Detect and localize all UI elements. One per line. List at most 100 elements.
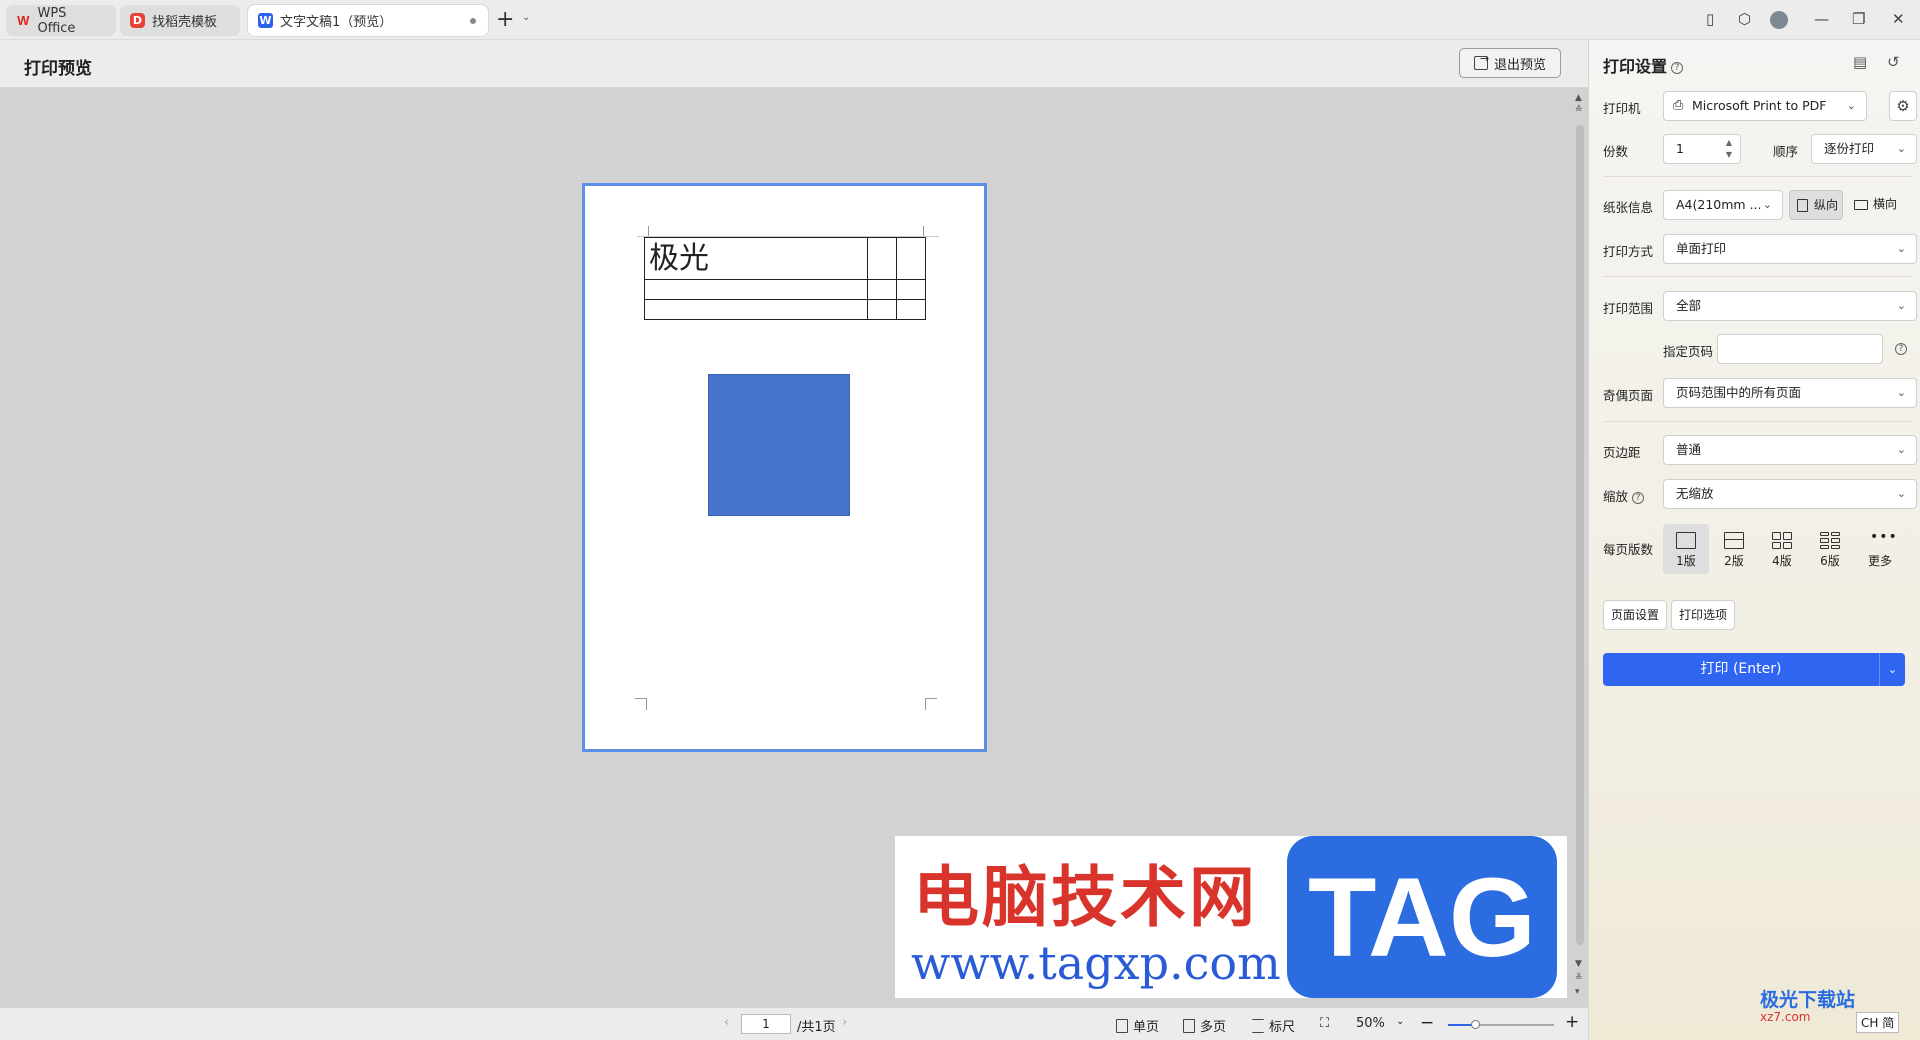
margin-select[interactable]: 普通 ⌄ bbox=[1663, 435, 1917, 465]
word-doc-icon: W bbox=[258, 13, 273, 28]
portrait-button[interactable]: 纵向 bbox=[1789, 190, 1843, 220]
landscape-label: 横向 bbox=[1873, 197, 1898, 211]
pages-label: 指定页码 bbox=[1663, 344, 1714, 359]
layout-1-per-page[interactable]: 1版 bbox=[1663, 524, 1709, 574]
close-icon[interactable]: ✕ bbox=[1892, 10, 1905, 28]
multi-page-icon bbox=[1183, 1018, 1195, 1033]
perpage-label: 每页版数 bbox=[1603, 542, 1654, 557]
margin-value: 普通 bbox=[1676, 442, 1702, 457]
prev-page-icon[interactable]: ‹ bbox=[724, 1015, 729, 1030]
panel-pin-icon[interactable]: ↺ bbox=[1887, 53, 1900, 71]
print-method-select[interactable]: 单面打印 ⌄ bbox=[1663, 234, 1917, 264]
layout-6-icon bbox=[1820, 532, 1840, 549]
preview-header: 打印预览 退出预览 bbox=[0, 40, 1588, 88]
landscape-button[interactable]: 横向 bbox=[1849, 190, 1909, 220]
zoom-dropdown-icon[interactable]: ⌄ bbox=[1396, 1016, 1404, 1027]
oddeven-label: 奇偶页面 bbox=[1603, 388, 1654, 403]
printer-properties-button[interactable]: ⚙ bbox=[1889, 91, 1917, 121]
print-button[interactable]: 打印 (Enter) ⌄ bbox=[1603, 653, 1905, 686]
scroll-page-down-icon[interactable]: ≚ bbox=[1575, 973, 1583, 983]
new-tab-plus-icon[interactable]: + bbox=[496, 9, 514, 31]
tab-document-preview[interactable]: W 文字文稿1（预览） bbox=[248, 5, 488, 36]
scale-label-text: 缩放 bbox=[1603, 489, 1629, 504]
scroll-end-icon[interactable]: ▾ bbox=[1575, 987, 1580, 997]
layout-icon[interactable]: ▯ bbox=[1706, 10, 1714, 28]
daoke-icon: D bbox=[130, 13, 145, 28]
zoom-slider-knob[interactable] bbox=[1470, 1020, 1480, 1029]
tab-list-chevron-icon[interactable]: ⌄ bbox=[522, 12, 530, 23]
more-dots-icon: ••• bbox=[1870, 529, 1898, 545]
order-value: 逐份打印 bbox=[1824, 141, 1875, 156]
printer-select[interactable]: ⎙ Microsoft Print to PDF ⌄ bbox=[1663, 91, 1867, 121]
zoom-in-icon[interactable]: + bbox=[1565, 1012, 1579, 1032]
oddeven-select[interactable]: 页码范围中的所有页面 ⌄ bbox=[1663, 378, 1917, 408]
fit-page-icon[interactable]: ⛶ bbox=[1320, 1016, 1329, 1031]
unsaved-dot-icon[interactable] bbox=[470, 18, 476, 24]
corner-logo-sub: xz7.com bbox=[1760, 1010, 1811, 1024]
ime-indicator[interactable]: CH 简 bbox=[1856, 1012, 1900, 1033]
settings-title-text: 打印设置 bbox=[1603, 57, 1668, 76]
table-cell bbox=[644, 279, 868, 300]
multi-page-button[interactable]: 多页 bbox=[1183, 1016, 1226, 1035]
tab-wps-office[interactable]: W WPS Office bbox=[6, 5, 116, 36]
crop-mark-bottom-right bbox=[925, 698, 937, 710]
gear-icon: ⚙ bbox=[1896, 97, 1910, 115]
corner-logo-text: 极光下载站 bbox=[1760, 989, 1856, 1011]
order-label: 顺序 bbox=[1773, 144, 1799, 159]
chevron-down-icon: ⌄ bbox=[1896, 386, 1906, 399]
ruler-label: 标尺 bbox=[1269, 1020, 1296, 1035]
vertical-scrollbar[interactable]: ▲ ≙ ▼ ≚ ▾ bbox=[1572, 89, 1588, 1007]
chevron-down-icon: ⌄ bbox=[1896, 242, 1906, 255]
paper-select[interactable]: A4(210mm ... ⌄ bbox=[1663, 190, 1783, 220]
chevron-down-icon: ⌄ bbox=[1762, 198, 1772, 211]
single-page-label: 单页 bbox=[1133, 1020, 1160, 1035]
portrait-label: 纵向 bbox=[1814, 198, 1839, 212]
page-setup-button[interactable]: 页面设置 bbox=[1603, 600, 1668, 630]
layout-more[interactable]: ••• 更多 bbox=[1857, 524, 1903, 574]
zoom-slider[interactable] bbox=[1448, 1020, 1554, 1029]
order-select[interactable]: 逐份打印 ⌄ bbox=[1811, 134, 1917, 164]
avatar[interactable] bbox=[1770, 11, 1788, 29]
chevron-down-icon: ⌄ bbox=[1896, 443, 1906, 456]
print-dropdown-chevron-icon[interactable]: ⌄ bbox=[1879, 653, 1905, 686]
table-cell bbox=[644, 299, 868, 320]
scale-select[interactable]: 无缩放 ⌄ bbox=[1663, 479, 1917, 509]
tab-daoke-templates[interactable]: D 找稻壳模板 bbox=[120, 5, 240, 36]
ruler-button[interactable]: 标尺 bbox=[1252, 1016, 1295, 1035]
ruler-icon bbox=[1252, 1018, 1264, 1033]
range-label: 打印范围 bbox=[1603, 301, 1654, 316]
help-icon[interactable]: ? bbox=[1671, 61, 1684, 74]
restore-icon[interactable]: ❐ bbox=[1852, 10, 1865, 28]
chevron-down-icon: ⌄ bbox=[1896, 487, 1906, 500]
cube-icon[interactable]: ⬡ bbox=[1738, 10, 1751, 28]
scroll-down-icon[interactable]: ▼ bbox=[1575, 959, 1582, 969]
page-number-input[interactable]: 1 bbox=[741, 1014, 791, 1034]
printer-label: 打印机 bbox=[1603, 101, 1641, 116]
scale-help-icon[interactable]: ? bbox=[1632, 491, 1645, 504]
print-options-button[interactable]: 打印选项 bbox=[1671, 600, 1736, 630]
zoom-level[interactable]: 50% bbox=[1356, 1016, 1385, 1031]
minimize-icon[interactable]: — bbox=[1814, 10, 1829, 28]
layout-2-per-page[interactable]: 2版 bbox=[1711, 524, 1757, 574]
table-cell bbox=[866, 237, 897, 280]
scale-value: 无缩放 bbox=[1676, 486, 1714, 501]
stepper-arrows-icon[interactable]: ▲ ▼ bbox=[1726, 137, 1732, 161]
next-page-icon[interactable]: › bbox=[842, 1015, 847, 1030]
chevron-down-icon: ⌄ bbox=[1896, 299, 1906, 312]
scroll-page-up-icon[interactable]: ≙ bbox=[1575, 105, 1583, 115]
zoom-out-icon[interactable]: − bbox=[1420, 1013, 1434, 1033]
divider bbox=[1603, 176, 1913, 177]
panel-layout-icon[interactable]: ▤ bbox=[1853, 53, 1867, 71]
copies-stepper[interactable]: 1 ▲ ▼ bbox=[1663, 134, 1741, 164]
exit-preview-button[interactable]: 退出预览 bbox=[1459, 48, 1561, 78]
single-page-button[interactable]: 单页 bbox=[1116, 1016, 1159, 1035]
page-range-input[interactable] bbox=[1717, 334, 1883, 364]
print-range-select[interactable]: 全部 ⌄ bbox=[1663, 291, 1917, 321]
pages-help-icon[interactable]: ? bbox=[1895, 343, 1907, 355]
chevron-down-icon: ⌄ bbox=[1846, 99, 1856, 112]
scroll-up-icon[interactable]: ▲ bbox=[1575, 93, 1582, 103]
layout-4-per-page[interactable]: 4版 bbox=[1759, 524, 1805, 574]
layout-6-per-page[interactable]: 6版 bbox=[1807, 524, 1853, 574]
scrollbar-thumb[interactable] bbox=[1576, 125, 1584, 945]
tab-label: 找稻壳模板 bbox=[152, 15, 218, 30]
